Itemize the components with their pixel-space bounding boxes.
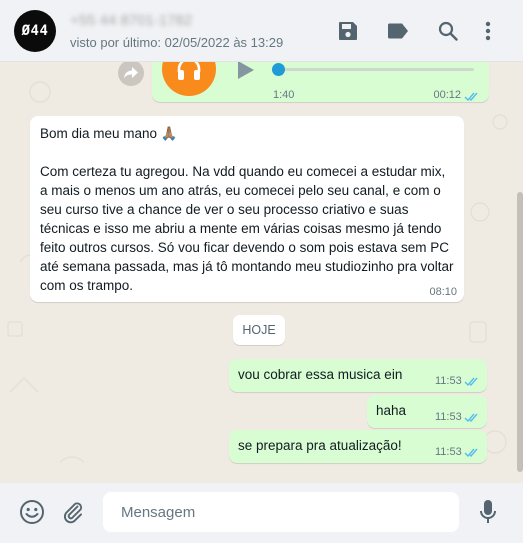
message-text: haha xyxy=(376,403,407,418)
play-button[interactable] xyxy=(234,62,256,81)
last-seen-status: visto por último: 02/05/2022 às 13:29 xyxy=(70,35,284,50)
read-receipt-icon xyxy=(464,377,478,387)
play-icon xyxy=(238,62,254,79)
read-receipt-icon xyxy=(464,413,478,423)
contact-name[interactable]: +55 44 8701-1782 xyxy=(70,12,192,29)
chat-scrollbar[interactable] xyxy=(517,192,523,472)
compose-bar xyxy=(0,483,523,543)
search-icon[interactable] xyxy=(436,19,460,43)
audio-avatar xyxy=(162,62,216,96)
read-receipt-icon xyxy=(464,92,478,102)
message-time: 11:53 xyxy=(435,375,462,387)
message-text: vou cobrar essa musica ein xyxy=(238,367,403,382)
headphones-icon xyxy=(177,62,201,80)
read-receipt-icon xyxy=(464,448,478,458)
whatsapp-chat-window: Ø44 +55 44 8701-1782 visto por último: 0… xyxy=(0,0,523,543)
message-list[interactable]: 1:40 00:12 Bom dia meu mano 🙏🏽 Com certe… xyxy=(0,62,523,483)
outgoing-message-bubble: se prepara pra atualização! 11:53 xyxy=(229,430,487,463)
microphone-icon[interactable] xyxy=(475,499,501,525)
audio-progress-knob[interactable] xyxy=(272,63,285,76)
chat-header: Ø44 +55 44 8701-1782 visto por último: 0… xyxy=(0,0,523,62)
label-icon[interactable] xyxy=(386,19,410,43)
message-time: 11:53 xyxy=(435,446,462,458)
message-text: se prepara pra atualização! xyxy=(238,438,402,453)
attach-icon[interactable] xyxy=(60,499,86,525)
menu-icon[interactable] xyxy=(476,19,500,43)
outgoing-message-bubble: vou cobrar essa musica ein 11:53 xyxy=(229,359,487,392)
audio-duration: 1:40 xyxy=(273,89,295,101)
date-separator: HOJE xyxy=(233,315,285,345)
message-time: 00:12 xyxy=(433,89,461,101)
audio-message-bubble: 1:40 00:12 xyxy=(152,62,489,102)
contact-avatar[interactable]: Ø44 xyxy=(14,10,56,52)
save-icon[interactable] xyxy=(336,19,360,43)
message-time: 08:10 xyxy=(429,286,457,298)
incoming-message-bubble: Bom dia meu mano 🙏🏽 Com certeza tu agreg… xyxy=(30,116,464,302)
outgoing-message-bubble: haha 11:53 xyxy=(367,395,487,428)
audio-progress-track[interactable] xyxy=(278,68,474,71)
emoji-icon[interactable] xyxy=(19,499,45,525)
message-input[interactable] xyxy=(103,492,459,532)
forward-icon xyxy=(124,67,138,79)
message-text: Bom dia meu mano 🙏🏽 Com certeza tu agreg… xyxy=(40,126,454,293)
message-time: 11:53 xyxy=(435,411,462,423)
